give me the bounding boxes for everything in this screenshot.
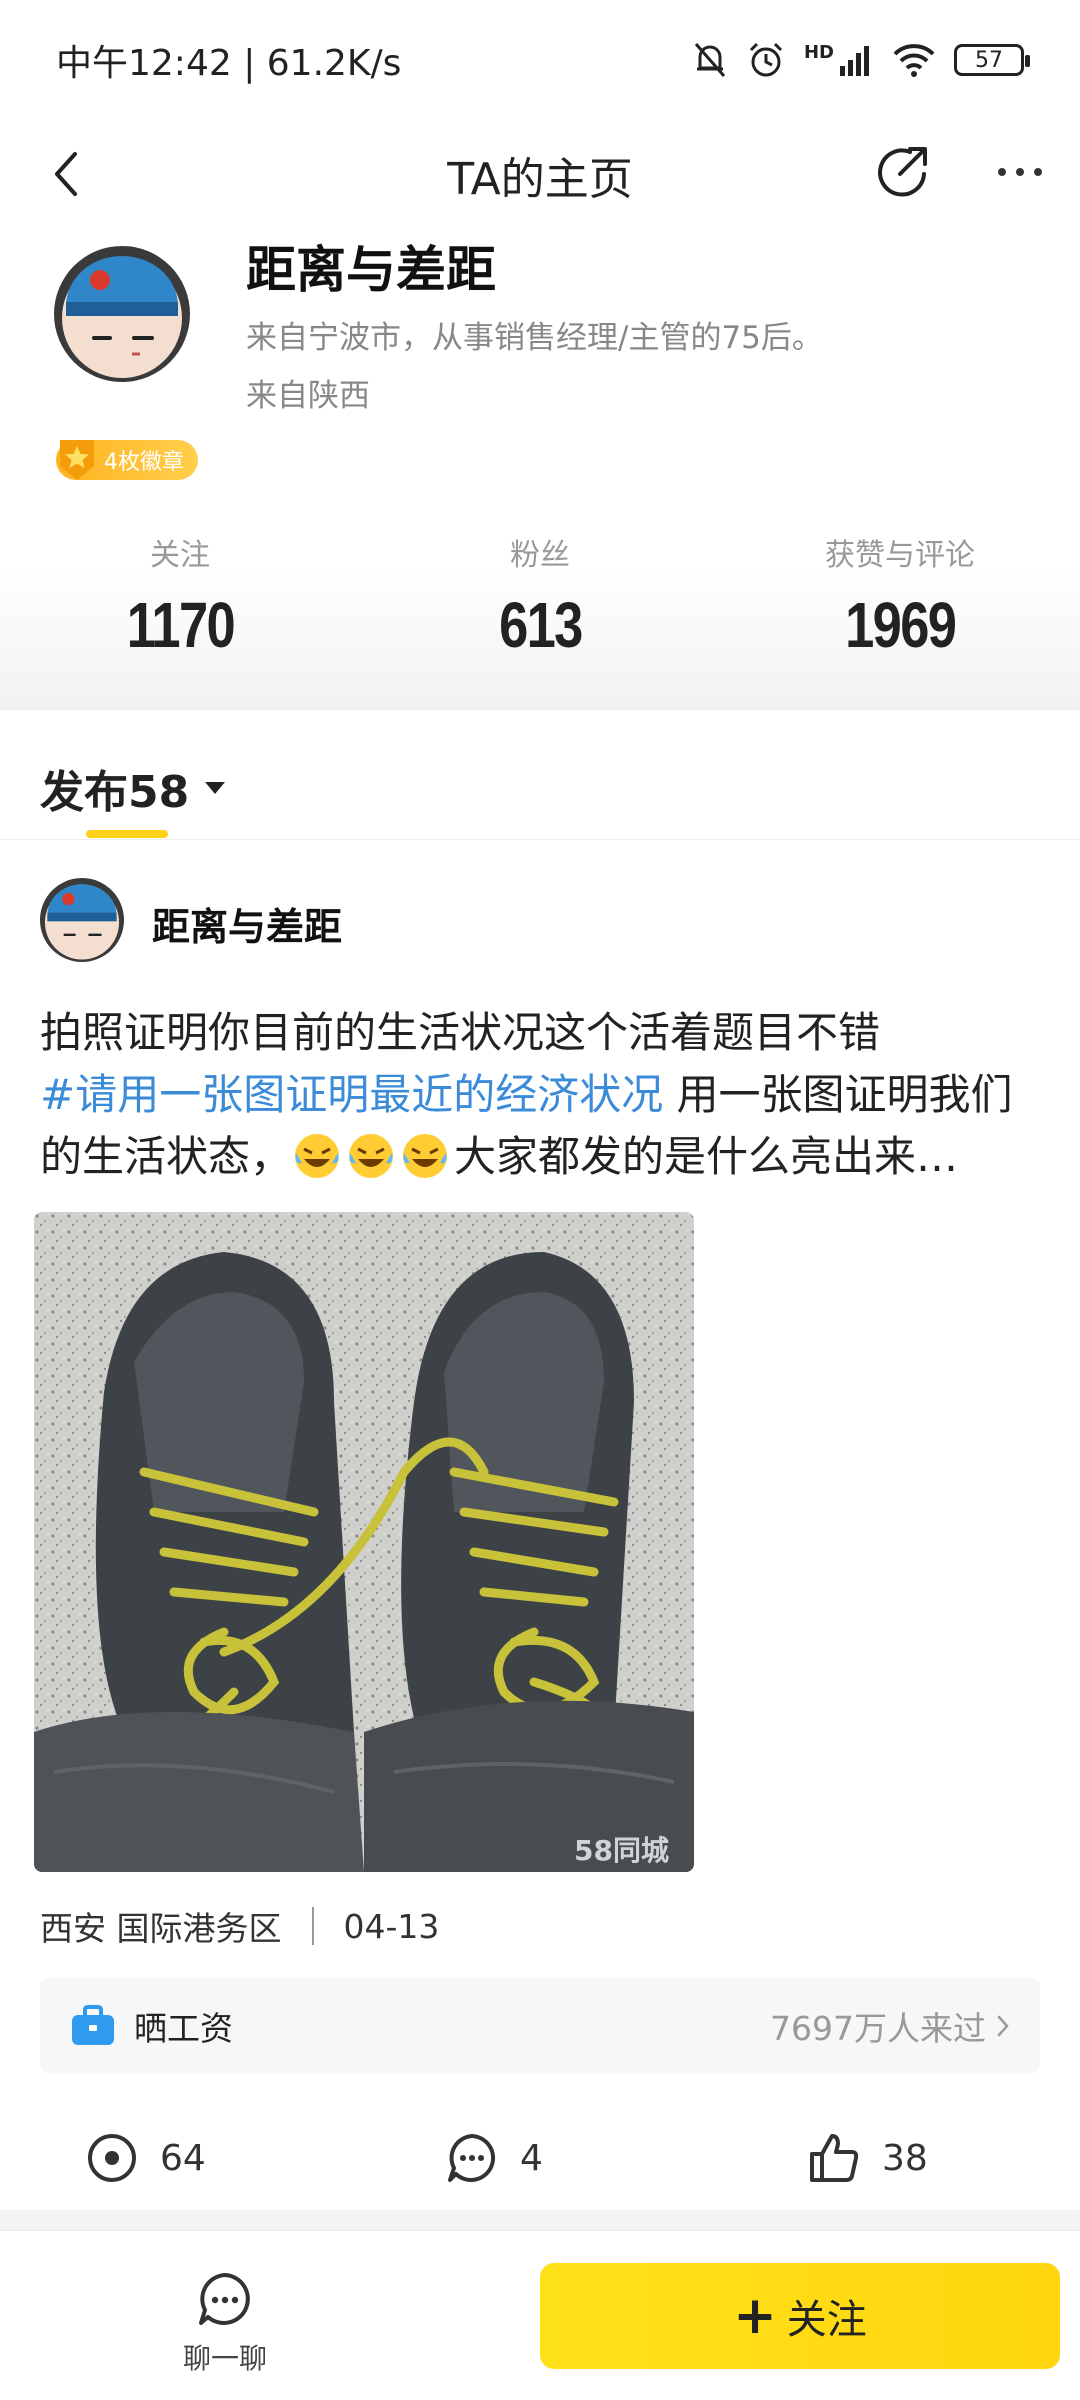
- profile-bio: 来自宁波市，从事销售经理/主管的75后。: [246, 320, 823, 356]
- stat-fans[interactable]: 粉丝 613: [360, 530, 720, 662]
- avatar[interactable]: [54, 246, 190, 382]
- follow-button[interactable]: + 关注: [540, 2263, 1060, 2369]
- battery-level: 57: [975, 47, 1003, 73]
- stat-label: 获赞与评论: [825, 538, 975, 573]
- laughing-tears-emoji-icon: [349, 1134, 394, 1178]
- more-button[interactable]: [980, 140, 1060, 204]
- profile-origin: 来自陕西: [246, 378, 370, 414]
- page-title: TA的主页: [447, 154, 633, 205]
- status-time-speed: 中午12:42 | 61.2K/s: [56, 43, 402, 84]
- stat-likes-comments[interactable]: 获赞与评论 1969: [720, 530, 1080, 662]
- topic-visits-label: 7697万人来过: [770, 2009, 986, 2048]
- stat-following[interactable]: 关注 1170: [0, 530, 360, 662]
- laughing-tears-emoji-icon: [403, 1134, 448, 1178]
- hd-label: HD: [803, 41, 834, 63]
- chat-label: 聊一聊: [182, 2342, 267, 2375]
- like-button[interactable]: 38: [808, 2132, 928, 2184]
- post-actions: 64 4 38: [0, 2108, 1080, 2208]
- chat-bubble-icon: [199, 2273, 250, 2325]
- follow-label: 关注: [786, 2297, 867, 2343]
- eye-icon: [88, 2134, 136, 2182]
- topic-card[interactable]: 晒工资 7697万人来过: [40, 1978, 1040, 2074]
- post-text-part3: 大家都发的是什么亮出来…: [454, 1132, 959, 1181]
- plus-icon: +: [733, 2286, 777, 2346]
- badge-pill[interactable]: 4枚徽章: [56, 440, 198, 480]
- post-date: 04-13: [343, 1906, 440, 1946]
- comments-count: 4: [520, 2137, 543, 2179]
- stat-value: 1170: [126, 589, 235, 661]
- topic-visits: 7697万人来过: [770, 2002, 1010, 2050]
- tab-posts-label: 发布58: [40, 767, 190, 818]
- meta-divider: [311, 1907, 314, 1945]
- post-card[interactable]: 距离与差距 拍照证明你目前的生活状况这个活着题目不错 #请用一张图证明最近的经济…: [0, 840, 1080, 2210]
- star-badge-icon: [60, 440, 94, 480]
- signal-icon: [840, 46, 869, 76]
- stat-label: 粉丝: [510, 538, 570, 573]
- post-text-part1: 拍照证明你目前的生活状况这个活着题目不错: [40, 1008, 881, 1057]
- more-dots-icon: [998, 168, 1006, 176]
- post-text[interactable]: 拍照证明你目前的生活状况这个活着题目不错 #请用一张图证明最近的经济状况 用一张…: [40, 1002, 1050, 1188]
- post-meta: 西安 国际港务区 04-13: [40, 1902, 439, 1950]
- wifi-icon: [893, 44, 935, 77]
- more-dot: [1034, 168, 1042, 176]
- page-header: TA的主页: [0, 120, 1080, 230]
- back-button[interactable]: [36, 144, 96, 204]
- post-author-avatar[interactable]: [40, 878, 124, 962]
- status-icons: HD 57: [692, 40, 1030, 80]
- likes-count: 38: [882, 2137, 928, 2179]
- post-image[interactable]: 58同城: [34, 1212, 694, 1872]
- laughing-tears-emoji-icon: [295, 1134, 340, 1178]
- chevron-left-icon: [55, 152, 77, 196]
- badge-label: 4枚徽章: [104, 450, 184, 475]
- cartoon-avatar-icon: [54, 246, 190, 382]
- tab-active-indicator: [86, 830, 168, 838]
- status-bar: 中午12:42 | 61.2K/s HD 57: [0, 0, 1080, 120]
- stat-label: 关注: [150, 538, 210, 573]
- sneakers-photo: 58同城: [34, 1212, 694, 1872]
- views-stat: 64: [86, 2132, 206, 2184]
- alarm-icon: [749, 42, 783, 77]
- battery-icon: 57: [954, 44, 1030, 76]
- comment-button[interactable]: 4: [446, 2132, 543, 2184]
- views-count: 64: [160, 2137, 206, 2179]
- profile-stats: 关注 1170 粉丝 613 获赞与评论 1969: [0, 530, 1080, 662]
- share-button[interactable]: [870, 140, 934, 204]
- watermark-text: 58同城: [574, 1834, 669, 1867]
- chevron-right-icon: [997, 2015, 1009, 2037]
- bottom-action-bar: 聊一聊 + 关注: [0, 2230, 1080, 2400]
- topic-name: 晒工资: [134, 2009, 233, 2048]
- post-hashtag-link[interactable]: #请用一张图证明最近的经济状况: [40, 1070, 663, 1119]
- caret-down-icon: [205, 782, 226, 794]
- profile-username: 距离与差距: [246, 241, 496, 299]
- post-author-name[interactable]: 距离与差距: [152, 896, 342, 951]
- comment-bubble-icon: [448, 2134, 496, 2182]
- share-icon: [878, 147, 927, 197]
- post-location[interactable]: 西安 国际港务区: [40, 1902, 282, 1950]
- profile-section: 距离与差距 来自宁波市，从事销售经理/主管的75后。 来自陕西 4枚徽章 关注 …: [0, 230, 1080, 710]
- stat-value: 613: [498, 589, 583, 661]
- thumbs-up-icon: [810, 2134, 859, 2182]
- chat-button[interactable]: 聊一聊: [170, 2271, 280, 2377]
- stat-value: 1969: [844, 589, 957, 661]
- content-tab-bar: 发布58: [0, 712, 1080, 840]
- briefcase-icon: [72, 2005, 114, 2045]
- mute-bell-icon: [694, 43, 726, 77]
- cartoon-avatar-icon: [40, 878, 124, 962]
- tab-posts[interactable]: 发布58: [40, 756, 226, 820]
- section-divider: [0, 2210, 1080, 2230]
- more-dot: [1016, 168, 1024, 176]
